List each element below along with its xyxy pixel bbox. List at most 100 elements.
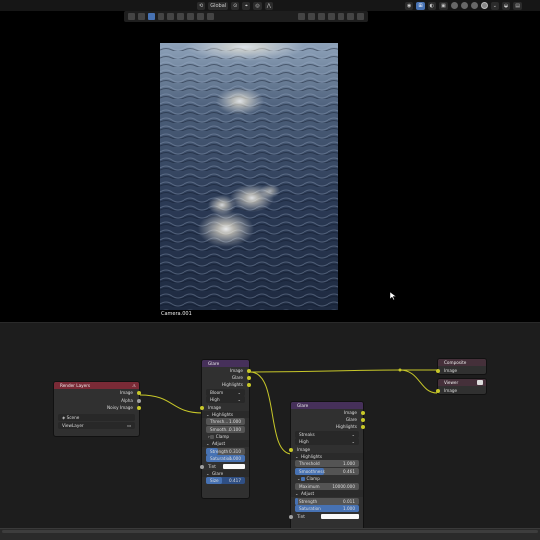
- socket-highlights-out[interactable]: [361, 425, 365, 429]
- scene-icon[interactable]: ◒: [501, 1, 511, 10]
- transform-icon[interactable]: [187, 13, 195, 20]
- view-icon[interactable]: [317, 13, 325, 20]
- camera-icon[interactable]: ▤: [513, 1, 522, 10]
- gizmo-icon[interactable]: ⊞: [416, 1, 425, 10]
- wireframe-shading-icon[interactable]: [450, 2, 458, 9]
- adjust-panel[interactable]: ⌄ Adjust: [291, 490, 363, 497]
- compositor-node-editor[interactable]: Render Layers ⚠ Image Alpha Noisy Image …: [0, 322, 540, 533]
- socket-tint[interactable]: [200, 464, 204, 469]
- viewer-header[interactable]: Viewer: [438, 379, 486, 386]
- clamp-row[interactable]: ⌄ Clamp: [291, 475, 363, 482]
- header-toolbar: ⟲ Global ⊙ ⌖ ◎ ⋀ ◉ ⊞ ◐ ▣ ⌄ ◒ ▤: [0, 0, 540, 11]
- render-layers-header[interactable]: Render Layers ⚠: [54, 382, 139, 389]
- camera-name-label: Camera.001: [161, 311, 192, 317]
- glare-streaks-header[interactable]: Glare: [291, 402, 363, 409]
- output-glare: Glare: [202, 374, 251, 381]
- material-shading-icon[interactable]: [470, 2, 478, 9]
- glare-bloom-node[interactable]: Glare Image Glare Highlights Bloom ⌄ High…: [200, 359, 251, 499]
- cursor-icon[interactable]: [128, 13, 135, 20]
- tint-color-swatch[interactable]: [321, 513, 359, 519]
- composite-header[interactable]: Composite: [438, 359, 486, 366]
- orientation-icon[interactable]: ⟲: [197, 1, 206, 10]
- strength-field[interactable]: Strength 0.310: [206, 447, 245, 455]
- glare-type-dropdown[interactable]: Streaks ⌄: [295, 430, 359, 438]
- camera-view-icon[interactable]: [327, 13, 335, 20]
- solid-shading-icon[interactable]: [460, 2, 468, 9]
- saturation-field[interactable]: Saturation 1.000: [206, 455, 245, 462]
- socket-alpha[interactable]: [137, 399, 141, 403]
- socket-noisy-image[interactable]: [137, 406, 141, 410]
- composite-node[interactable]: Composite Image: [436, 358, 487, 375]
- output-highlights: Highlights: [202, 381, 251, 388]
- output-noisy-image: Noisy Image: [54, 404, 141, 411]
- view-layer-selector[interactable]: ViewLayer ▭: [58, 421, 135, 429]
- maximum-field[interactable]: Maximum 10000.000: [295, 482, 359, 490]
- move-icon[interactable]: [157, 13, 165, 20]
- highlights-panel[interactable]: ⌄ Highlights: [291, 452, 363, 460]
- horizontal-scrollbar[interactable]: [2, 530, 538, 533]
- view-layer-icon: ▭: [127, 422, 131, 428]
- threshold-field[interactable]: Thresh... 1.000: [206, 418, 245, 425]
- saturation-field[interactable]: Saturation 1.000: [295, 505, 359, 512]
- socket-image-in[interactable]: [436, 388, 440, 393]
- glare-type-dropdown[interactable]: Bloom ⌄: [206, 388, 245, 396]
- viewer-toggle-icon[interactable]: [477, 380, 483, 385]
- smoothness-field[interactable]: Smooth... 0.100: [206, 425, 245, 433]
- sort-icon[interactable]: [337, 13, 345, 20]
- smoothness-field[interactable]: Smoothness 0.461: [295, 467, 359, 475]
- socket-image-in[interactable]: [289, 447, 293, 452]
- glare-panel[interactable]: ⌄ Glare: [202, 469, 249, 477]
- socket-image[interactable]: [137, 391, 141, 395]
- viewer-node[interactable]: Viewer Image: [436, 378, 487, 395]
- zoom-icon[interactable]: [307, 13, 315, 20]
- object-type-visibility-bar: [124, 11, 368, 22]
- xray-icon[interactable]: ▣: [438, 1, 448, 10]
- socket-glare-out[interactable]: [247, 376, 251, 380]
- shield-icon[interactable]: [357, 13, 365, 20]
- shading-options-icon[interactable]: ⌄: [490, 1, 499, 10]
- size-field[interactable]: Size 0.417: [206, 477, 245, 484]
- overlay-icon[interactable]: ◐: [427, 1, 436, 10]
- quality-dropdown[interactable]: High ⌄: [206, 396, 245, 403]
- mouse-cursor-icon: [390, 292, 396, 300]
- glare-bloom-header[interactable]: Glare: [202, 360, 249, 367]
- rotate-icon[interactable]: [167, 13, 175, 20]
- socket-image-out[interactable]: [247, 369, 251, 373]
- pivot-point-icon[interactable]: ⊙: [231, 1, 240, 10]
- visibility-icon[interactable]: ◉: [405, 1, 414, 10]
- mirror-icon[interactable]: ⋀: [264, 1, 273, 10]
- transform-orientation-dropdown[interactable]: Global: [208, 1, 229, 10]
- input-image: Image: [436, 366, 486, 375]
- highlights-panel[interactable]: ⌄ Highlights: [202, 410, 249, 418]
- socket-image-in[interactable]: [200, 405, 204, 410]
- socket-tint[interactable]: [289, 514, 293, 519]
- proportional-editing-icon[interactable]: ◎: [253, 1, 262, 10]
- tint-row: Tint: [289, 513, 363, 520]
- render-layers-node[interactable]: Render Layers ⚠ Image Alpha Noisy Image …: [53, 381, 141, 437]
- threshold-field[interactable]: Threshold 1.000: [295, 460, 359, 467]
- scale-icon[interactable]: [177, 13, 185, 20]
- glare-streaks-node[interactable]: Glare Image Glare Highlights Streaks ⌄ Hi…: [289, 401, 365, 533]
- clamp-checkbox[interactable]: [209, 435, 214, 439]
- rendered-shading-icon[interactable]: [480, 2, 488, 9]
- filter-icon[interactable]: [347, 13, 355, 20]
- snap-icon[interactable]: ⌖: [242, 1, 251, 10]
- tint-color-swatch[interactable]: [223, 463, 245, 469]
- socket-glare-out[interactable]: [361, 418, 365, 422]
- tint-row: Tint: [200, 463, 249, 470]
- socket-image-out[interactable]: [361, 411, 365, 415]
- color-icon[interactable]: [137, 13, 145, 20]
- quality-dropdown[interactable]: High ⌄: [295, 438, 359, 445]
- socket-highlights-out[interactable]: [247, 383, 251, 387]
- strength-field[interactable]: Strength 0.011: [295, 497, 359, 505]
- scene-selector[interactable]: ◈ Scene: [58, 414, 135, 421]
- annotate-icon[interactable]: [197, 13, 204, 20]
- measure-icon[interactable]: [206, 13, 214, 20]
- input-image: Image: [289, 446, 363, 453]
- hand-icon[interactable]: [298, 13, 305, 20]
- clamp-row[interactable]: › Clamp: [202, 433, 249, 440]
- adjust-panel[interactable]: ⌄ Adjust: [202, 440, 249, 447]
- clamp-checkbox[interactable]: [300, 477, 305, 481]
- socket-image-in[interactable]: [436, 368, 440, 373]
- select-box-icon[interactable]: [147, 13, 155, 20]
